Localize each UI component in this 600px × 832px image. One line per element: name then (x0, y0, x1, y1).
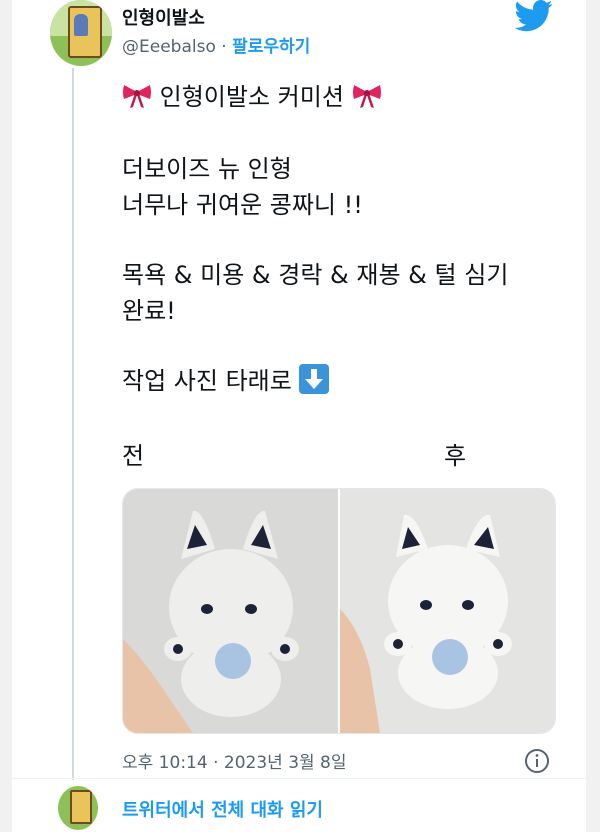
photo-before[interactable] (123, 489, 338, 733)
author-handle-row: @Eeebalso · 팔로우하기 (122, 32, 310, 57)
tweet-line: 너무나 귀여운 콩짜니 !! (122, 191, 363, 219)
ribbon-emoji (352, 85, 381, 108)
tweet-title: 인형이발소 커미션 (159, 83, 344, 111)
tweet-timestamp[interactable]: 오후 10:14 · 2023년 3월 8일 (122, 748, 347, 773)
follow-button[interactable]: 팔로우하기 (232, 37, 310, 57)
down-arrow-emoji (299, 364, 330, 394)
tweet-photo-grid[interactable] (122, 488, 556, 734)
tweet-line: 작업 사진 타래로 (122, 367, 292, 395)
author-avatar[interactable] (50, 0, 112, 66)
thread-line (72, 68, 74, 780)
author-display-name[interactable]: 인형이발소 (122, 4, 205, 30)
footer-divider (12, 778, 586, 779)
info-icon[interactable] (524, 748, 550, 774)
photo-after[interactable] (340, 489, 555, 733)
frame-right-edge (586, 0, 600, 832)
ribbon-emoji (123, 85, 151, 108)
tweet-thread-hint: 작업 사진 타래로 (122, 364, 330, 398)
tweet-line: 완료! (122, 297, 176, 325)
frame-left-edge (0, 0, 12, 832)
read-thread-link[interactable]: 트위터에서 전체 대화 읽기 (122, 796, 323, 822)
tweet-title-line: 인형이발소 커미션 (122, 80, 382, 114)
tweet-line: 더보이즈 뉴 인형 (122, 155, 292, 183)
author-handle[interactable]: @Eeebalso (122, 37, 216, 57)
tweet-line: 목욕 & 미용 & 경락 & 재봉 & 털 심기 (122, 261, 509, 289)
before-label: 전 (122, 442, 145, 470)
twitter-bird-icon[interactable] (514, 0, 554, 32)
footer-avatar (58, 786, 98, 830)
handle-separator: · (221, 37, 227, 57)
after-label: 후 (444, 442, 467, 470)
